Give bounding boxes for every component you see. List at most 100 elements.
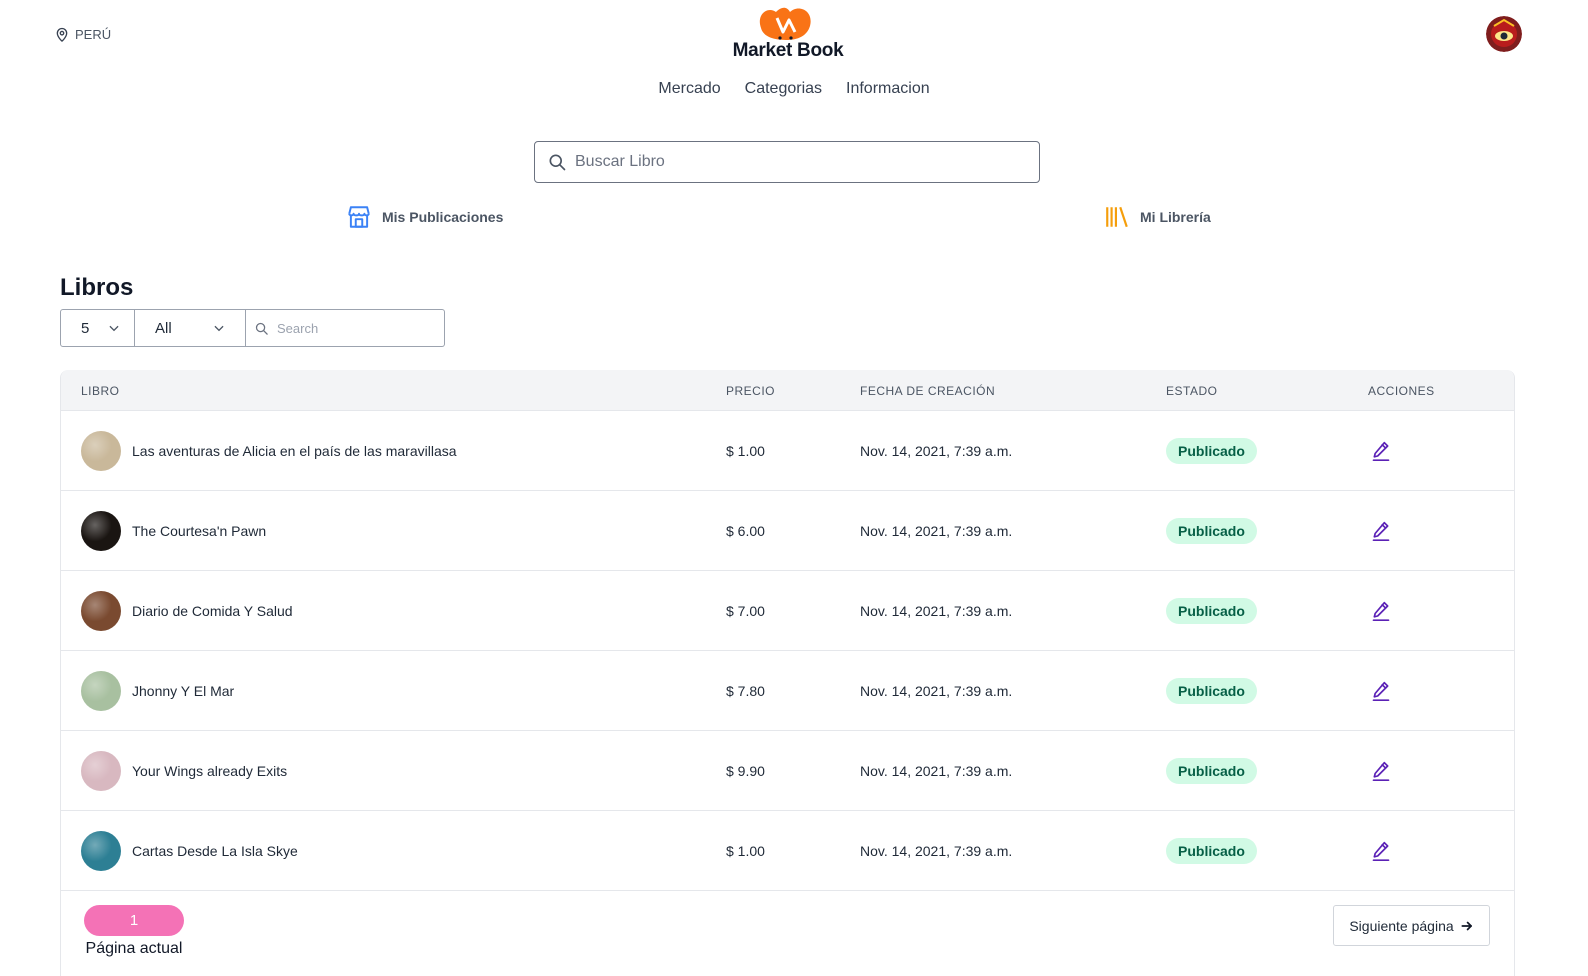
- actions-cell: [1371, 411, 1391, 491]
- book-created-date: Nov. 14, 2021, 7:39 a.m.: [860, 683, 1013, 699]
- book-cover-thumbnail: [81, 751, 121, 791]
- actions-cell: [1371, 491, 1391, 571]
- per-page-value: 5: [81, 319, 90, 337]
- status-badge: Publicado: [1166, 758, 1257, 784]
- book-title[interactable]: Cartas Desde La Isla Skye: [132, 843, 298, 859]
- chevron-down-icon: [214, 325, 224, 332]
- table-row: Your Wings already Exits $ 9.90 Nov. 14, 2…: [61, 731, 1514, 811]
- storefront-icon: [348, 206, 370, 228]
- arrow-right-icon: [1461, 921, 1472, 930]
- per-page-select[interactable]: 5: [60, 309, 135, 347]
- book-price: $ 6.00: [726, 523, 765, 539]
- book-cover-thumbnail: [81, 511, 121, 551]
- column-header-status[interactable]: ESTADO: [1166, 384, 1217, 398]
- filter-select[interactable]: All: [135, 309, 246, 347]
- my-publications-label: Mis Publicaciones: [382, 209, 504, 225]
- edit-button[interactable]: [1371, 440, 1391, 462]
- search-icon: [255, 322, 268, 335]
- table-row: The Courtesa'n Pawn $ 6.00 Nov. 14, 2021, …: [61, 491, 1514, 571]
- my-library-link[interactable]: Mi Librería: [1104, 204, 1211, 230]
- book-title[interactable]: Las aventuras de Alicia en el país de la…: [132, 443, 457, 459]
- created-cell: Nov. 14, 2021, 7:39 a.m.: [860, 811, 1012, 891]
- column-header-created[interactable]: FECHA DE CREACIÓN: [860, 384, 995, 398]
- main-nav: Mercado Categorias Informacion: [0, 80, 1588, 98]
- edit-button[interactable]: [1371, 760, 1391, 782]
- filter-value: All: [155, 319, 172, 337]
- book-title[interactable]: Your Wings already Exits: [132, 763, 287, 779]
- chevron-down-icon: [109, 325, 119, 332]
- pencil-icon: [1372, 681, 1390, 701]
- market-book-logo[interactable]: Market Book: [728, 6, 848, 62]
- book-search-input[interactable]: [575, 153, 1015, 171]
- created-cell: Nov. 14, 2021, 7:39 a.m.: [860, 731, 1012, 811]
- status-cell: Publicado: [1166, 411, 1257, 491]
- map-pin-icon: [56, 27, 68, 42]
- user-avatar[interactable]: [1486, 16, 1522, 52]
- price-cell: $ 7.00: [726, 571, 765, 651]
- table-body: Las aventuras de Alicia en el país de la…: [61, 411, 1514, 891]
- edit-button[interactable]: [1371, 520, 1391, 542]
- book-cell: Jhonny Y El Mar: [81, 651, 234, 731]
- nav-item-informacion[interactable]: Informacion: [846, 80, 930, 98]
- actions-cell: [1371, 651, 1391, 731]
- book-title[interactable]: Jhonny Y El Mar: [132, 683, 234, 699]
- logo-text: Market Book: [732, 40, 844, 61]
- status-cell: Publicado: [1166, 491, 1257, 571]
- book-price: $ 1.00: [726, 443, 765, 459]
- book-cover-thumbnail: [81, 831, 121, 871]
- book-created-date: Nov. 14, 2021, 7:39 a.m.: [860, 523, 1013, 539]
- book-created-date: Nov. 14, 2021, 7:39 a.m.: [860, 443, 1013, 459]
- status-badge: Publicado: [1166, 438, 1257, 464]
- search-icon: [549, 154, 566, 171]
- my-library-label: Mi Librería: [1140, 209, 1211, 225]
- nav-item-categorias[interactable]: Categorias: [745, 80, 822, 98]
- current-page-indicator[interactable]: 1: [84, 905, 184, 936]
- book-created-date: Nov. 14, 2021, 7:39 a.m.: [860, 843, 1013, 859]
- location-indicator: PERÚ: [54, 26, 111, 43]
- my-publications-link[interactable]: Mis Publicaciones: [346, 204, 503, 230]
- status-badge: Publicado: [1166, 678, 1257, 704]
- book-price: $ 7.80: [726, 683, 765, 699]
- table-controls: 5 All: [60, 309, 445, 347]
- table-search-input[interactable]: [277, 320, 437, 336]
- next-page-label: Siguiente página: [1349, 917, 1454, 934]
- book-cover-thumbnail: [81, 431, 121, 471]
- table-row: Cartas Desde La Isla Skye $ 1.00 Nov. 14, …: [61, 811, 1514, 891]
- book-cell: The Courtesa'n Pawn: [81, 491, 266, 571]
- book-cell: Las aventuras de Alicia en el país de la…: [81, 411, 457, 491]
- table-header: LIBRO PRECIO FECHA DE CREACIÓN ESTADO AC…: [61, 370, 1514, 411]
- books-icon: [1106, 206, 1128, 228]
- book-cell: Diario de Comida Y Salud: [81, 571, 293, 651]
- created-cell: Nov. 14, 2021, 7:39 a.m.: [860, 411, 1012, 491]
- book-title[interactable]: The Courtesa'n Pawn: [132, 523, 266, 539]
- edit-button[interactable]: [1371, 600, 1391, 622]
- book-cover-thumbnail: [81, 591, 121, 631]
- books-table: LIBRO PRECIO FECHA DE CREACIÓN ESTADO AC…: [60, 370, 1515, 976]
- status-badge: Publicado: [1166, 518, 1257, 544]
- edit-button[interactable]: [1371, 840, 1391, 862]
- status-cell: Publicado: [1166, 731, 1257, 811]
- table-row: Las aventuras de Alicia en el país de la…: [61, 411, 1514, 491]
- created-cell: Nov. 14, 2021, 7:39 a.m.: [860, 651, 1012, 731]
- next-page-button[interactable]: Siguiente página: [1333, 905, 1490, 946]
- status-cell: Publicado: [1166, 811, 1257, 891]
- table-row: Jhonny Y El Mar $ 7.80 Nov. 14, 2021, 7:39…: [61, 651, 1514, 731]
- book-search-bar: [534, 141, 1040, 183]
- table-row: Diario de Comida Y Salud $ 7.00 Nov. 14, 2…: [61, 571, 1514, 651]
- pencil-icon: [1372, 601, 1390, 621]
- created-cell: Nov. 14, 2021, 7:39 a.m.: [860, 491, 1012, 571]
- nav-item-mercado[interactable]: Mercado: [658, 80, 720, 98]
- status-cell: Publicado: [1166, 571, 1257, 651]
- pencil-icon: [1372, 521, 1390, 541]
- book-cell: Your Wings already Exits: [81, 731, 287, 811]
- edit-button[interactable]: [1371, 680, 1391, 702]
- books-section-title: Libros: [60, 274, 134, 301]
- book-created-date: Nov. 14, 2021, 7:39 a.m.: [860, 763, 1013, 779]
- actions-cell: [1371, 571, 1391, 651]
- book-title[interactable]: Diario de Comida Y Salud: [132, 603, 293, 619]
- column-header-actions: ACCIONES: [1368, 384, 1435, 398]
- column-header-price[interactable]: PRECIO: [726, 384, 775, 398]
- column-header-book[interactable]: LIBRO: [81, 384, 120, 398]
- actions-cell: [1371, 811, 1391, 891]
- pencil-icon: [1372, 761, 1390, 781]
